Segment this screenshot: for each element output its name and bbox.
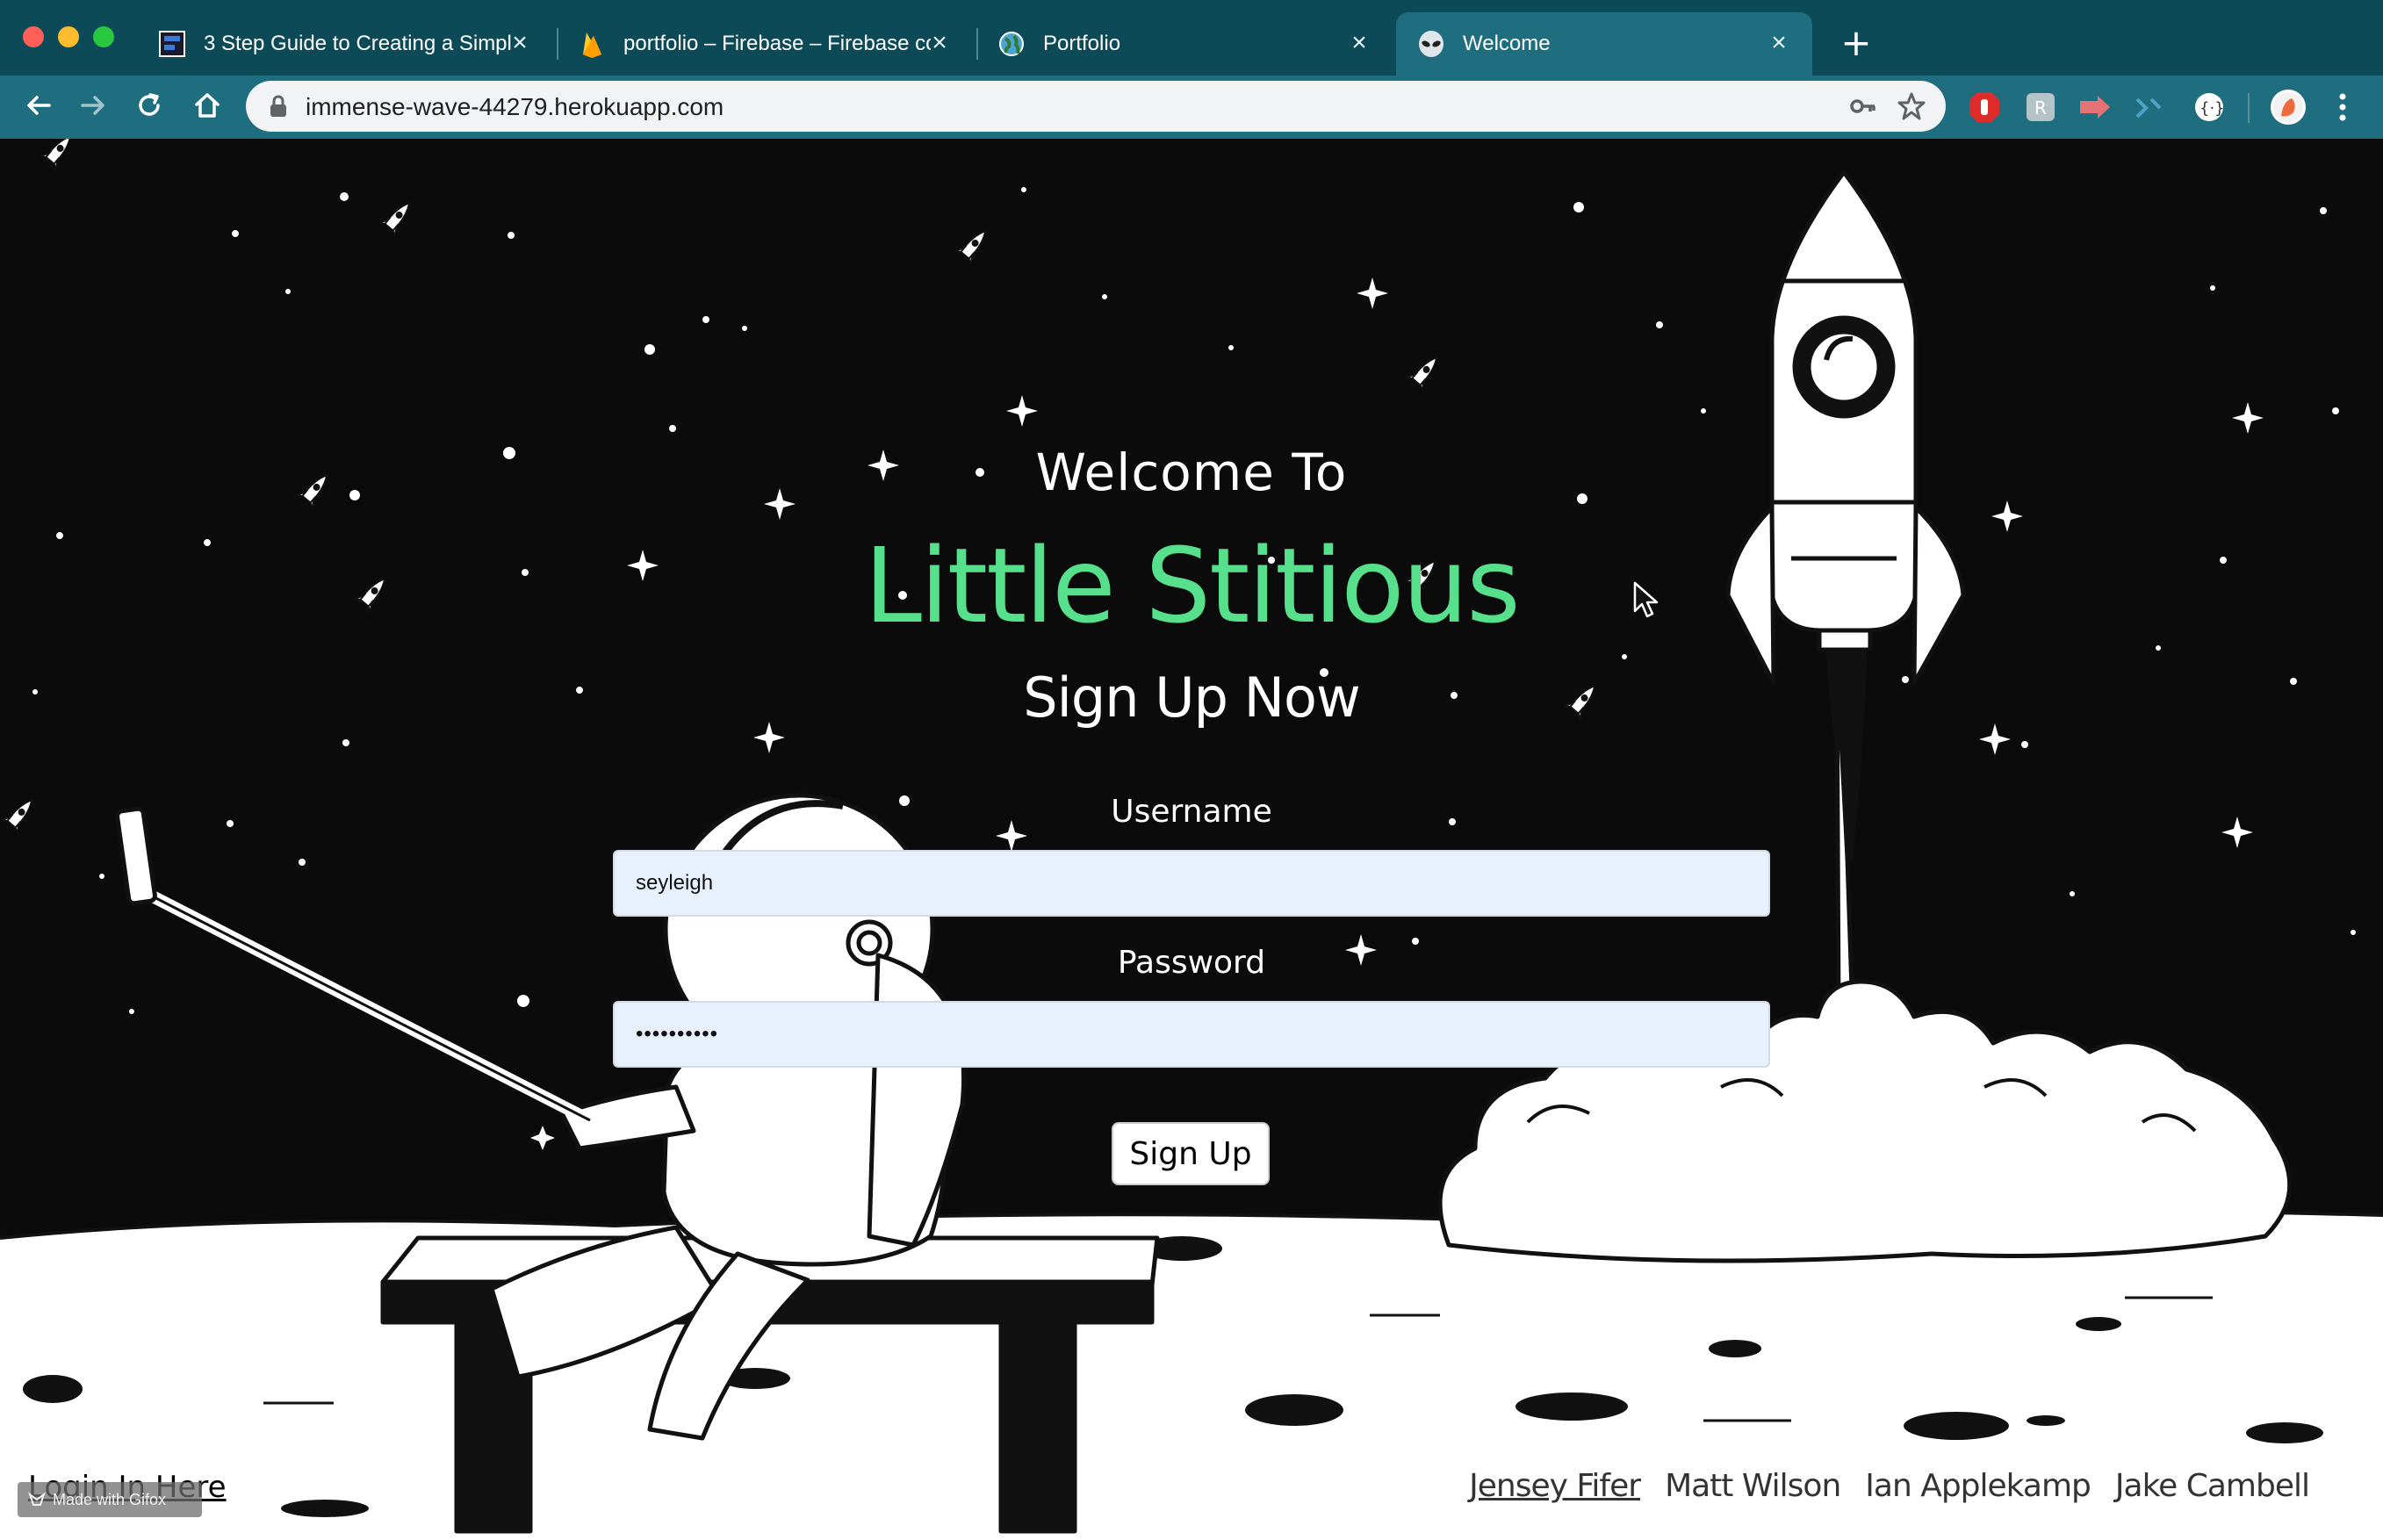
firebase-icon xyxy=(578,30,606,58)
home-icon[interactable] xyxy=(188,86,227,125)
tab-guide[interactable]: 3 Step Guide to Creating a Simple × xyxy=(137,12,553,76)
tab-title: Welcome xyxy=(1463,32,1551,55)
close-tab-icon[interactable]: × xyxy=(925,30,954,58)
url-text: immense-wave-44279.herokuapp.com xyxy=(306,93,724,120)
tab-title: Portfolio xyxy=(1043,32,1121,55)
username-label: Username xyxy=(1111,794,1272,830)
password-label: Password xyxy=(1117,945,1266,981)
signup-heading: Sign Up Now xyxy=(1023,666,1360,730)
username-input[interactable]: seyleigh xyxy=(613,850,1770,917)
guide-favicon xyxy=(158,30,186,58)
profile-avatar[interactable] xyxy=(2271,90,2306,125)
key-icon[interactable] xyxy=(1849,93,1877,123)
credits: Jensey Fifer Matt Wilson Ian Applekamp J… xyxy=(1469,1468,2310,1504)
gifox-watermark: Made with Gifox xyxy=(18,1482,202,1517)
page-viewport: Welcome To Little Stitious Sign Up Now U… xyxy=(0,139,2383,1540)
extension-dev-icon[interactable] xyxy=(2132,90,2167,125)
gifox-icon xyxy=(28,1492,46,1506)
forward-icon[interactable] xyxy=(74,86,112,125)
svg-text:R: R xyxy=(2034,97,2047,119)
address-bar[interactable]: immense-wave-44279.herokuapp.com xyxy=(246,81,1946,132)
maximize-window-button[interactable] xyxy=(93,26,114,47)
extension-json-icon[interactable]: {·} xyxy=(2192,90,2227,125)
toolbar-separator xyxy=(2248,93,2250,123)
credit-name[interactable]: Jake Cambell xyxy=(2115,1468,2310,1504)
minimize-window-button[interactable] xyxy=(58,26,79,47)
back-icon[interactable] xyxy=(19,86,58,125)
credit-name[interactable]: Matt Wilson xyxy=(1665,1468,1841,1504)
new-tab-button[interactable]: + xyxy=(1837,21,1875,67)
extension-red-arrow-icon[interactable] xyxy=(2077,90,2113,125)
tab-title: portfolio – Firebase – Firebase co xyxy=(623,32,931,55)
brand-title: Little Stitious xyxy=(864,525,1520,646)
menu-kebab-icon[interactable] xyxy=(2325,90,2360,125)
close-tab-icon[interactable]: × xyxy=(1345,30,1373,58)
credit-name[interactable]: Jensey Fifer xyxy=(1469,1468,1641,1504)
password-input[interactable]: •••••••••• xyxy=(613,1001,1770,1068)
globe-icon xyxy=(997,30,1026,58)
mouse-cursor-icon xyxy=(1633,581,1659,618)
tab-welcome[interactable]: Welcome × xyxy=(1396,12,1812,76)
space-background-illustration xyxy=(0,139,2383,1540)
reload-icon[interactable] xyxy=(130,86,169,125)
tab-portfolio[interactable]: Portfolio × xyxy=(976,12,1393,76)
extension-gray-icon[interactable]: R xyxy=(2023,90,2058,125)
bookmark-star-icon[interactable] xyxy=(1897,91,1926,125)
alien-icon xyxy=(1417,30,1445,58)
tab-firebase[interactable]: portfolio – Firebase – Firebase co × xyxy=(557,12,973,76)
credit-name[interactable]: Ian Applekamp xyxy=(1865,1468,2091,1504)
welcome-heading: Welcome To xyxy=(1035,443,1348,502)
watermark-text: Made with Gifox xyxy=(53,1490,167,1508)
tab-title: 3 Step Guide to Creating a Simple xyxy=(204,32,511,55)
close-tab-icon[interactable]: × xyxy=(506,30,534,58)
svg-text:{·}: {·} xyxy=(2199,99,2225,118)
adblock-extension-icon[interactable] xyxy=(1967,90,2002,125)
signup-button[interactable]: Sign Up xyxy=(1112,1122,1270,1185)
close-tab-icon[interactable]: × xyxy=(1765,30,1793,58)
lock-icon[interactable] xyxy=(269,95,288,121)
browser-titlebar: 3 Step Guide to Creating a Simple × port… xyxy=(0,0,2383,88)
browser-toolbar: immense-wave-44279.herokuapp.com R {·} xyxy=(0,76,2383,139)
close-window-button[interactable] xyxy=(23,26,44,47)
